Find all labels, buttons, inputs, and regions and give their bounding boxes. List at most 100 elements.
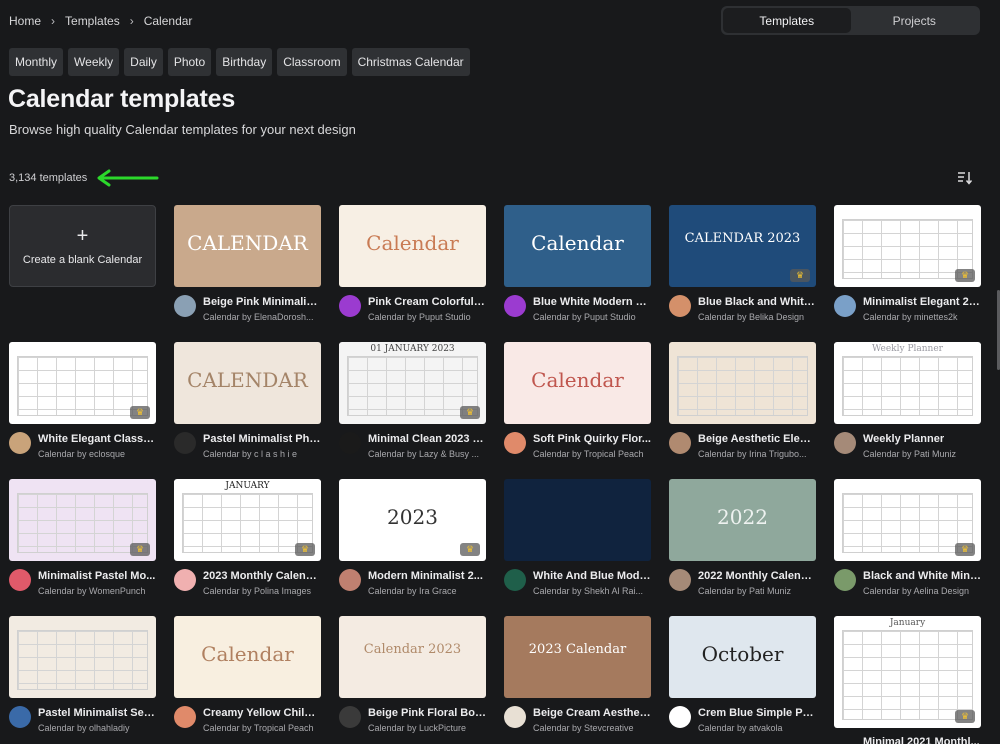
template-thumbnail[interactable]: October xyxy=(669,616,816,698)
template-thumbnail[interactable]: ♛ xyxy=(834,479,981,561)
template-title[interactable]: Beige Pink Floral Boh... xyxy=(368,707,486,719)
avatar[interactable] xyxy=(834,432,856,454)
template-card[interactable]: White And Blue Mode... Calendar by Shekh … xyxy=(504,479,651,599)
template-card[interactable]: CALENDAR Pastel Minimalist Pho... Calendar… xyxy=(174,342,321,462)
template-thumbnail[interactable] xyxy=(504,479,651,561)
template-title[interactable]: Beige Aesthetic Elega... xyxy=(698,433,816,445)
breadcrumb-home[interactable]: Home xyxy=(9,14,41,28)
template-author[interactable]: Calendar by Aelina Design xyxy=(863,586,981,596)
template-title[interactable]: Weekly Planner xyxy=(863,433,981,445)
template-thumbnail[interactable]: CALENDAR xyxy=(174,342,321,424)
template-title[interactable]: Creamy Yellow Childi... xyxy=(203,707,321,719)
template-author[interactable]: Calendar by Puput Studio xyxy=(533,312,651,322)
template-title[interactable]: Pastel Minimalist Pho... xyxy=(203,433,321,445)
template-thumbnail[interactable]: Calendar xyxy=(504,342,651,424)
template-thumbnail[interactable]: 2022 xyxy=(669,479,816,561)
template-title[interactable]: Minimal 2021 Monthl... xyxy=(863,736,981,744)
template-author[interactable]: Calendar by Pati Muniz xyxy=(863,449,981,459)
template-card[interactable]: Calendar 2023 Beige Pink Floral Boh... Cal… xyxy=(339,616,486,733)
template-title[interactable]: White Elegant Classic... xyxy=(38,433,156,445)
avatar[interactable] xyxy=(504,569,526,591)
template-author[interactable]: Calendar by eclosque xyxy=(38,449,156,459)
template-author[interactable]: Calendar by Irina Trigubo... xyxy=(698,449,816,459)
avatar[interactable] xyxy=(504,432,526,454)
template-thumbnail[interactable]: ♛ xyxy=(834,205,981,287)
template-thumbnail[interactable]: CALENDAR 2023 ♛ xyxy=(669,205,816,287)
template-author[interactable]: Calendar by ElenaDorosh... xyxy=(203,312,321,322)
template-title[interactable]: Modern Minimalist 2... xyxy=(368,570,486,582)
template-card[interactable]: Beige Aesthetic Elega... Calendar by Irin… xyxy=(669,342,816,462)
template-author[interactable]: Calendar by Puput Studio xyxy=(368,312,486,322)
template-card[interactable]: 2023 Calendar Beige Cream Aestheti... Cale… xyxy=(504,616,651,733)
template-thumbnail[interactable]: January ♛ xyxy=(834,616,981,728)
template-card[interactable]: ♛ Black and White Mini... Calendar by Aeli… xyxy=(834,479,981,599)
avatar[interactable] xyxy=(669,295,691,317)
template-title[interactable]: Crem Blue Simple Ph... xyxy=(698,707,816,719)
template-author[interactable]: Calendar by Shekh Al Rai... xyxy=(533,586,651,596)
template-title[interactable]: Blue White Modern Si... xyxy=(533,296,651,308)
template-card[interactable]: Calendar Blue White Modern Si... Calendar … xyxy=(504,205,651,325)
template-thumbnail[interactable]: ♛ xyxy=(9,342,156,424)
template-author[interactable]: Calendar by LuckPicture xyxy=(368,723,486,733)
avatar[interactable] xyxy=(669,569,691,591)
chip-christmas-calendar[interactable]: Christmas Calendar xyxy=(351,48,470,76)
chip-weekly[interactable]: Weekly xyxy=(68,48,120,76)
template-title[interactable]: 2023 Monthly Calend... xyxy=(203,570,321,582)
projects-toggle-button[interactable]: Projects xyxy=(851,8,979,33)
template-card[interactable]: ♛ Minimalist Pastel Mo... Calendar by Wome… xyxy=(9,479,156,599)
sort-icon[interactable] xyxy=(957,171,973,185)
chip-photo[interactable]: Photo xyxy=(167,48,212,76)
template-card[interactable]: Calendar Pink Cream Colorful I... Calendar… xyxy=(339,205,486,325)
avatar[interactable] xyxy=(504,295,526,317)
template-thumbnail[interactable]: Calendar xyxy=(339,205,486,287)
template-card[interactable]: CALENDAR Beige Pink Minimalist... Calendar… xyxy=(174,205,321,325)
template-author[interactable]: Calendar by Polina Images xyxy=(203,586,321,596)
template-thumbnail[interactable]: CALENDAR xyxy=(174,205,321,287)
template-title[interactable]: Minimalist Pastel Mo... xyxy=(38,570,156,582)
template-card[interactable]: October Crem Blue Simple Ph... Calendar by… xyxy=(669,616,816,733)
chip-classroom[interactable]: Classroom xyxy=(277,48,347,76)
avatar[interactable] xyxy=(339,706,361,728)
template-card[interactable]: 2023 ♛ Modern Minimalist 2... Calendar by I… xyxy=(339,479,486,599)
templates-toggle-button[interactable]: Templates xyxy=(723,8,851,33)
template-author[interactable]: Calendar by Pati Muniz xyxy=(698,586,816,596)
chip-birthday[interactable]: Birthday xyxy=(216,48,273,76)
avatar[interactable] xyxy=(834,295,856,317)
avatar[interactable] xyxy=(9,569,31,591)
template-card[interactable]: ♛ Minimalist Elegant 20... Calendar by min… xyxy=(834,205,981,325)
avatar[interactable] xyxy=(9,432,31,454)
template-author[interactable]: Calendar by Tropical Peach xyxy=(203,723,321,733)
template-author[interactable]: Calendar by c l a s h i e xyxy=(203,449,321,459)
chip-monthly[interactable]: Monthly xyxy=(9,48,64,76)
template-title[interactable]: 2022 Monthly Calend... xyxy=(698,570,816,582)
template-thumbnail[interactable] xyxy=(669,342,816,424)
template-card[interactable]: CALENDAR 2023 ♛ Blue Black and White ... Ca… xyxy=(669,205,816,325)
template-thumbnail[interactable]: JANUARY ♛ xyxy=(174,479,321,561)
template-thumbnail[interactable] xyxy=(9,616,156,698)
template-title[interactable]: Beige Cream Aestheti... xyxy=(533,707,651,719)
template-card[interactable]: ♛ White Elegant Classic... Calendar by ecl… xyxy=(9,342,156,462)
template-thumbnail[interactable]: 2023 ♛ xyxy=(339,479,486,561)
template-title[interactable]: Minimalist Elegant 20... xyxy=(863,296,981,308)
template-author[interactable]: Calendar by minettes2k xyxy=(863,312,981,322)
template-author[interactable]: Calendar by atvakola xyxy=(698,723,816,733)
template-card[interactable]: January ♛ Minimal 2021 Monthl... xyxy=(834,616,981,744)
create-blank-calendar-button[interactable]: + Create a blank Calendar xyxy=(9,205,156,287)
breadcrumb-templates[interactable]: Templates xyxy=(65,14,120,28)
avatar[interactable] xyxy=(9,706,31,728)
template-thumbnail[interactable]: ♛ xyxy=(9,479,156,561)
template-title[interactable]: Soft Pink Quirky Flor... xyxy=(533,433,651,445)
avatar[interactable] xyxy=(669,432,691,454)
template-author[interactable]: Calendar by Belika Design xyxy=(698,312,816,322)
template-card[interactable]: 01 JANUARY 2023 ♛ Minimal Clean 2023 C... C… xyxy=(339,342,486,462)
template-title[interactable]: Minimal Clean 2023 C... xyxy=(368,433,486,445)
template-thumbnail[interactable]: Weekly Planner xyxy=(834,342,981,424)
template-card[interactable]: Pastel Minimalist Sep... Calendar by olha… xyxy=(9,616,156,733)
avatar[interactable] xyxy=(339,569,361,591)
avatar[interactable] xyxy=(504,706,526,728)
template-author[interactable]: Calendar by WomenPunch xyxy=(38,586,156,596)
template-card[interactable]: Calendar Creamy Yellow Childi... Calendar … xyxy=(174,616,321,733)
avatar[interactable] xyxy=(174,295,196,317)
template-card[interactable]: JANUARY ♛ 2023 Monthly Calend... Calendar b… xyxy=(174,479,321,599)
avatar[interactable] xyxy=(834,569,856,591)
